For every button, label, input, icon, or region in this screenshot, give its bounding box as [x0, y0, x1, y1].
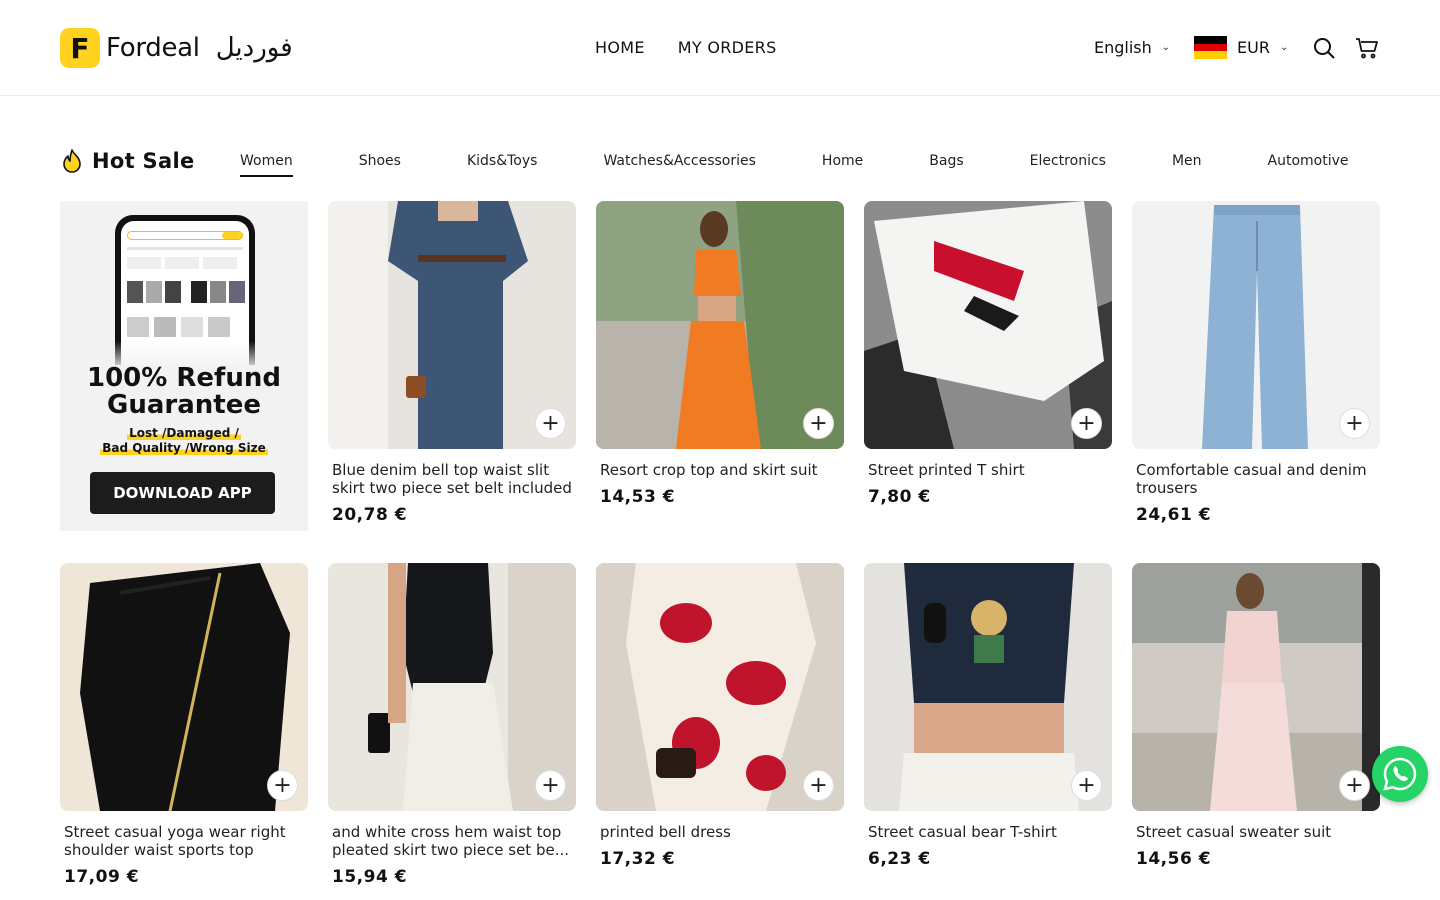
site-header: F Fordeal فورديل HOME MY ORDERS English … — [0, 0, 1440, 96]
refund-promo-banner[interactable]: 100% Refund Guarantee Lost /Damaged / Ba… — [60, 201, 308, 531]
product-image[interactable]: + — [1132, 563, 1380, 811]
tab-men[interactable]: Men — [1172, 153, 1202, 169]
product-title[interactable]: Blue denim bell top waist slit skirt two… — [332, 461, 572, 497]
product-price: 7,80 € — [868, 487, 931, 507]
currency-label: EUR — [1237, 38, 1270, 57]
add-to-cart-plus-icon[interactable]: + — [535, 408, 566, 439]
section-title: Hot Sale — [92, 149, 195, 173]
product-title[interactable]: and white cross hem waist top pleated sk… — [332, 823, 572, 859]
product-price: 17,32 € — [600, 849, 676, 869]
nav-home[interactable]: HOME — [595, 38, 645, 57]
logo-text: Fordeal — [106, 33, 200, 63]
product-image[interactable]: + — [596, 563, 844, 811]
tab-kids-toys[interactable]: Kids&Toys — [467, 153, 538, 169]
product-card[interactable]: + Resort crop top and skirt suit 14,53 € — [596, 201, 844, 507]
germany-flag-icon — [1194, 36, 1227, 60]
product-image[interactable]: + — [596, 201, 844, 449]
product-card[interactable]: + Street casual sweater suit 14,56 € — [1132, 563, 1380, 869]
add-to-cart-plus-icon[interactable]: + — [1339, 408, 1370, 439]
product-image[interactable]: + — [864, 201, 1112, 449]
search-icon[interactable] — [1312, 36, 1336, 60]
cart-icon[interactable] — [1355, 36, 1379, 60]
tab-watches-accessories[interactable]: Watches&Accessories — [603, 153, 755, 169]
tab-automotive[interactable]: Automotive — [1268, 153, 1349, 169]
product-price: 17,09 € — [64, 867, 140, 887]
promo-line-1: Lost /Damaged / — [127, 426, 241, 440]
add-to-cart-plus-icon[interactable]: + — [535, 770, 566, 801]
product-price: 20,78 € — [332, 505, 408, 525]
fire-icon — [63, 149, 81, 173]
product-card[interactable]: + printed bell dress 17,32 € — [596, 563, 844, 869]
product-image[interactable]: + — [328, 201, 576, 449]
category-tabs: Women Shoes Kids&Toys Watches&Accessorie… — [240, 153, 1349, 177]
whatsapp-icon[interactable] — [1372, 746, 1428, 802]
product-card[interactable]: + Street casual bear T-shirt 6,23 € — [864, 563, 1112, 869]
product-image[interactable]: + — [328, 563, 576, 811]
chevron-down-icon: ⌄ — [1161, 42, 1171, 53]
add-to-cart-plus-icon[interactable]: + — [267, 770, 298, 801]
add-to-cart-plus-icon[interactable]: + — [1071, 770, 1102, 801]
product-title[interactable]: Comfortable casual and denim trousers — [1136, 461, 1376, 497]
product-title[interactable]: Street casual yoga wear right shoulder w… — [64, 823, 304, 859]
product-image[interactable]: + — [864, 563, 1112, 811]
logo-mark: F — [60, 28, 100, 68]
add-to-cart-plus-icon[interactable]: + — [1071, 408, 1102, 439]
currency-selector[interactable]: EUR ⌄ — [1194, 36, 1289, 60]
product-price: 24,61 € — [1136, 505, 1212, 525]
product-card[interactable]: + Blue denim bell top waist slit skirt t… — [328, 201, 576, 525]
language-selector[interactable]: English ⌄ — [1094, 38, 1170, 57]
add-to-cart-plus-icon[interactable]: + — [803, 770, 834, 801]
tab-women[interactable]: Women — [240, 153, 293, 177]
promo-headline-2: Guarantee — [107, 390, 261, 420]
main-nav: HOME MY ORDERS — [595, 38, 777, 57]
add-to-cart-plus-icon[interactable]: + — [803, 408, 834, 439]
hot-sale-heading: Hot Sale — [60, 148, 195, 174]
product-card[interactable]: + Street printed T shirt 7,80 € — [864, 201, 1112, 507]
add-to-cart-plus-icon[interactable]: + — [1339, 770, 1370, 801]
logo-arabic-text: فورديل — [215, 33, 293, 63]
promo-line-2: Bad Quality /Wrong Size — [100, 441, 268, 455]
product-card[interactable]: + and white cross hem waist top pleated … — [328, 563, 576, 887]
logo[interactable]: F Fordeal فورديل — [60, 28, 293, 68]
product-title[interactable]: Street printed T shirt — [868, 461, 1108, 479]
promo-headline-1: 100% Refund — [87, 363, 281, 393]
nav-my-orders[interactable]: MY ORDERS — [678, 38, 777, 57]
product-price: 6,23 € — [868, 849, 931, 869]
product-price: 14,56 € — [1136, 849, 1212, 869]
tab-home[interactable]: Home — [822, 153, 863, 169]
product-title[interactable]: Street casual sweater suit — [1136, 823, 1376, 841]
chevron-down-icon: ⌄ — [1279, 42, 1289, 53]
product-title[interactable]: printed bell dress — [600, 823, 840, 841]
product-card[interactable]: + Comfortable casual and denim trousers … — [1132, 201, 1380, 525]
tab-bags[interactable]: Bags — [929, 153, 963, 169]
tab-shoes[interactable]: Shoes — [359, 153, 401, 169]
product-title[interactable]: Street casual bear T-shirt — [868, 823, 1108, 841]
product-image[interactable]: + — [60, 563, 308, 811]
product-card[interactable]: + Street casual yoga wear right shoulder… — [60, 563, 308, 887]
product-price: 15,94 € — [332, 867, 408, 887]
product-title[interactable]: Resort crop top and skirt suit — [600, 461, 840, 479]
product-image[interactable]: + — [1132, 201, 1380, 449]
language-label: English — [1094, 38, 1152, 57]
product-price: 14,53 € — [600, 487, 676, 507]
tab-electronics[interactable]: Electronics — [1030, 153, 1106, 169]
download-app-button[interactable]: DOWNLOAD APP — [90, 472, 275, 514]
